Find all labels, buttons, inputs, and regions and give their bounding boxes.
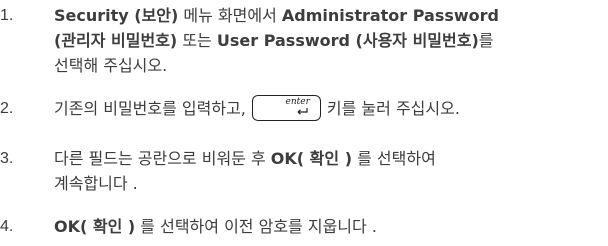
button-name-ok: OK( 확인 ): [54, 217, 136, 236]
text-fragment: 기존의 비밀번호를 입력하고,: [54, 99, 246, 118]
enter-key-label: enter: [285, 96, 310, 107]
field-name-admin-password-ko: (관리자 비밀번호): [54, 31, 178, 50]
menu-name-security: Security (보안): [54, 6, 179, 25]
step-1-line-1: Security (보안) 메뉴 화면에서 Administrator Pass…: [54, 3, 608, 28]
step-number: 1.: [0, 7, 14, 24]
text-fragment: 다른 필드는 공란으로 비워둔 후: [54, 149, 271, 168]
field-name-admin-password: Administrator Password: [281, 6, 500, 25]
step-1-line-3: 선택해 주십시오.: [54, 56, 168, 75]
return-arrow-icon: [297, 107, 308, 115]
text-fragment: 또는: [177, 31, 217, 50]
step-text: OK( 확인 ) 를 선택하여 이전 암호를 지웁니다 .: [54, 214, 608, 239]
step-number: 3.: [0, 150, 14, 167]
step-1-line-2: (관리자 비밀번호) 또는 User Password (사용자 비밀번호)를: [54, 28, 608, 53]
step-text: Security (보안) 메뉴 화면에서 Administrator Pass…: [54, 3, 608, 78]
enter-key-icon: enter: [251, 94, 321, 121]
text-fragment: 를: [478, 31, 494, 50]
step-number: 4.: [0, 218, 14, 235]
text-fragment: 키를 눌러 주십시오.: [326, 99, 460, 118]
step-3-line-2: 계속합니다 .: [54, 174, 138, 193]
text-fragment: 를 선택하여 이전 암호를 지웁니다 .: [135, 217, 377, 236]
field-name-user-password: User Password (사용자 비밀번호): [216, 31, 479, 50]
step-3-line-1: 다른 필드는 공란으로 비워둔 후 OK( 확인 ) 를 선택하여: [54, 146, 608, 171]
step-text: 기존의 비밀번호를 입력하고, enter 키를 눌러 주십시오.: [54, 94, 608, 121]
text-fragment: 를 선택하여: [352, 149, 436, 168]
text-fragment: 메뉴 화면에서: [178, 6, 282, 25]
step-4-line-1: OK( 확인 ) 를 선택하여 이전 암호를 지웁니다 .: [54, 214, 608, 239]
step-2-line-1: 기존의 비밀번호를 입력하고, enter 키를 눌러 주십시오.: [54, 94, 608, 121]
button-name-ok: OK( 확인 ): [270, 149, 353, 168]
step-text: 다른 필드는 공란으로 비워둔 후 OK( 확인 ) 를 선택하여 계속합니다 …: [54, 146, 608, 196]
step-number: 2.: [0, 100, 14, 117]
